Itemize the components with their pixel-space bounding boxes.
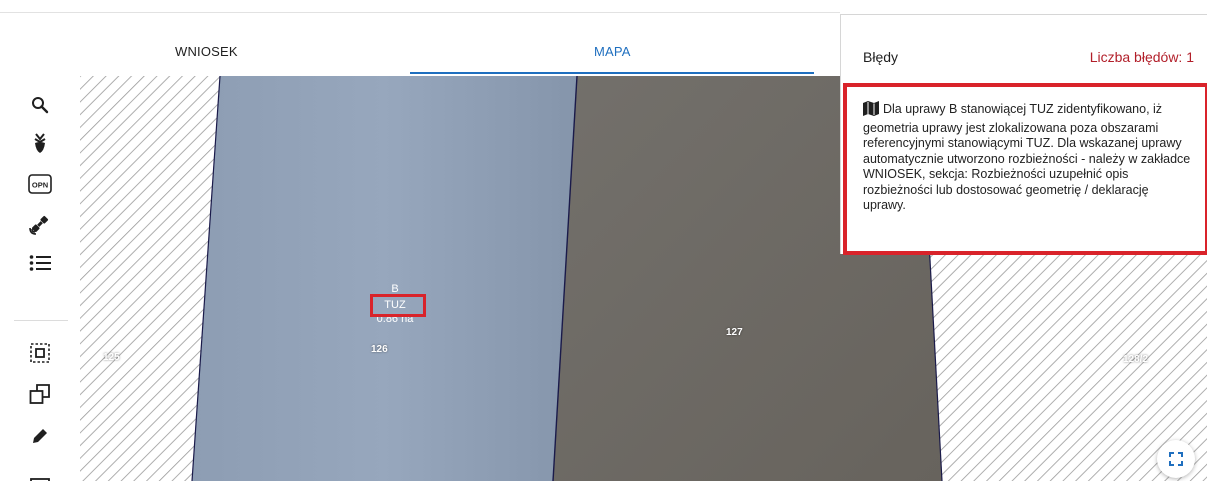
application-window: WNIOSEK MAPA OPN 125 126 127 128/2 B TUZ… [0,0,1207,481]
tab-bar: WNIOSEK MAPA [0,0,840,76]
errors-title: Błędy [863,49,899,65]
crop-plant-icon[interactable] [24,128,56,158]
satellite-icon[interactable] [24,209,56,239]
parcel-label-126: 126 [371,344,388,355]
pencil-icon[interactable] [24,421,56,451]
fullscreen-icon [1169,452,1183,466]
tab-mapa[interactable]: MAPA [594,44,631,59]
more-tools-icon[interactable] [24,466,56,481]
error-message-text: Dla uprawy B stanowiącej TUZ zidentyfiko… [863,102,1191,212]
search-icon[interactable] [24,90,56,120]
parcel-label-127: 127 [726,327,743,338]
errors-panel-header: Błędy Liczba błędów: 1 [841,15,1207,81]
map-icon [863,101,879,121]
crop-type-highlight [370,294,426,317]
map-toolbar: OPN [0,76,80,481]
list-icon[interactable] [24,248,56,278]
opn-icon-text: OPN [32,181,48,190]
error-message-box[interactable]: Dla uprawy B stanowiącej TUZ zidentyfiko… [843,83,1207,255]
errors-count: Liczba błędów: 1 [1089,49,1194,65]
toolbar-divider [14,320,68,321]
errors-panel: Błędy Liczba błędów: 1 Dla uprawy B stan… [840,14,1207,255]
parcel-label-128-2: 128/2 [1123,354,1149,365]
parcel-126-crop-area[interactable] [192,76,577,481]
tab-wniosek[interactable]: WNIOSEK [175,44,238,59]
active-tab-indicator [410,72,814,74]
select-area-icon[interactable] [24,338,56,368]
tab-bar-top-border [0,12,840,13]
copy-icon[interactable] [24,379,56,409]
fullscreen-button[interactable] [1157,440,1195,478]
error-message: Dla uprawy B stanowiącej TUZ zidentyfiko… [863,101,1193,214]
opn-icon[interactable]: OPN [24,169,56,199]
parcel-label-125: 125 [103,352,120,363]
